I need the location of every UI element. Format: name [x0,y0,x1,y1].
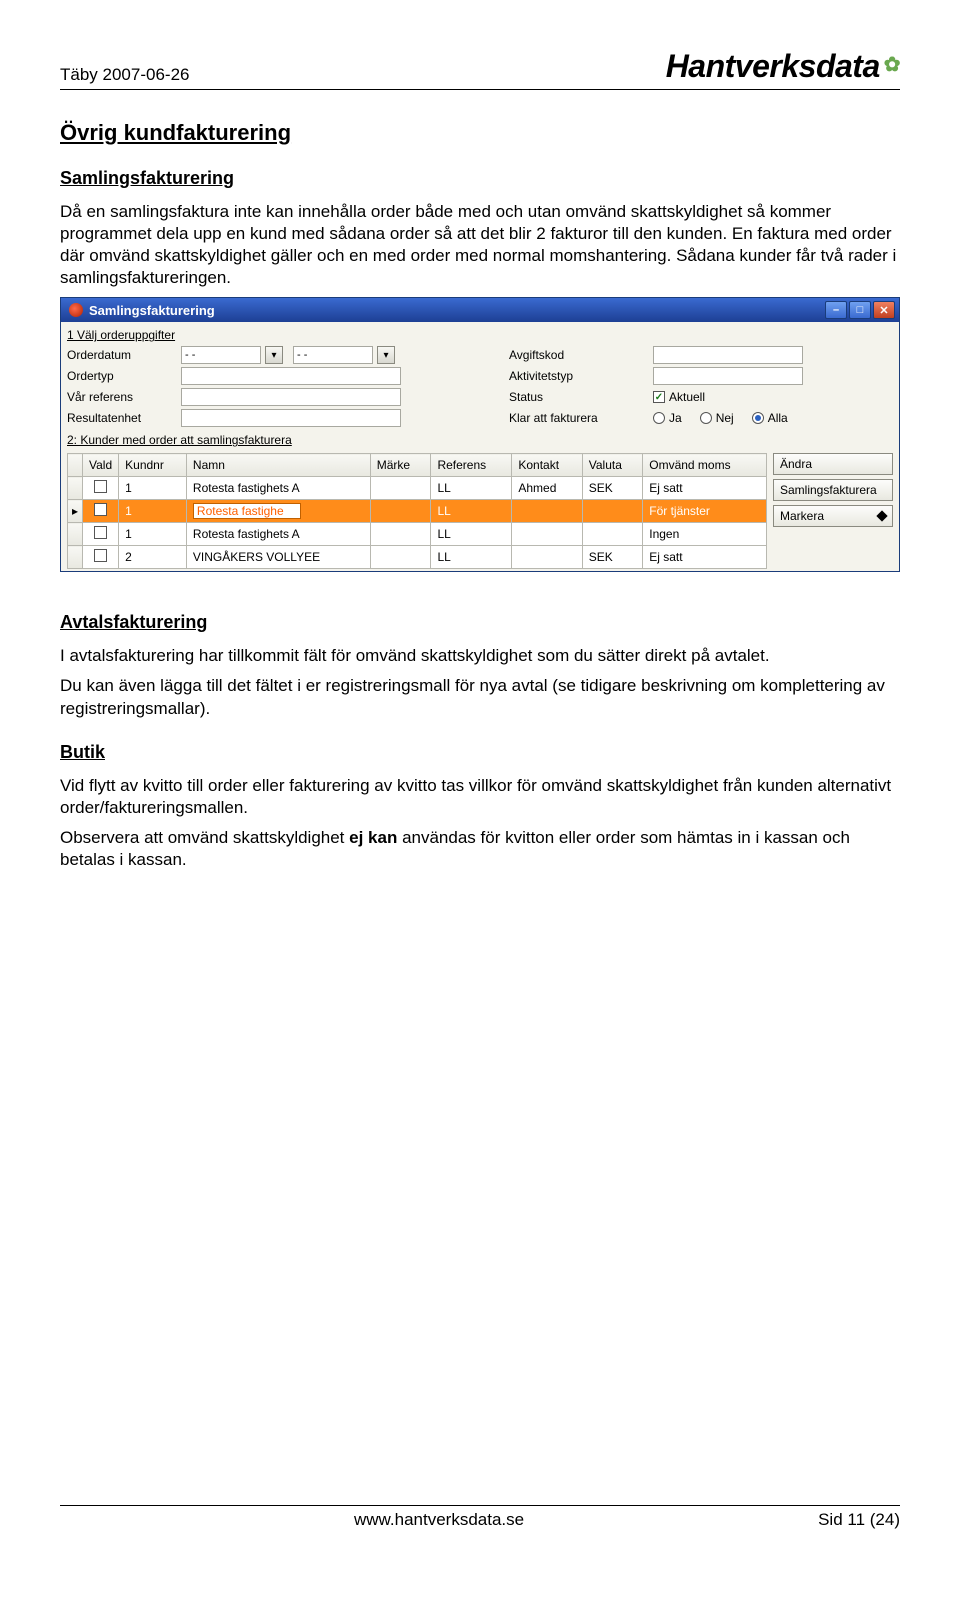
brand-logo: Hantverksdata ✿ [666,48,900,85]
page-header: Täby 2007-06-26 Hantverksdata ✿ [60,48,900,90]
label-resultatenhet: Resultatenhet [67,411,177,425]
radio-ja[interactable]: Ja [653,411,682,425]
label-status: Status [509,390,649,404]
table-row[interactable]: 2 VINGÅKERS VOLLYEE LL SEK Ej satt [68,546,767,569]
checkbox-aktuell-label: Aktuell [669,390,705,404]
section-title: Övrig kundfakturering [60,120,900,146]
table-row[interactable]: 1 Rotesta fastighets A LL Ingen [68,523,767,546]
table-row[interactable]: 1 Rotesta fastighets A LL Ahmed SEK Ej s… [68,477,767,500]
maximize-button[interactable]: □ [849,301,871,319]
customer-table: Vald Kundnr Namn Märke Referens Kontakt … [67,453,767,569]
radio-nej[interactable]: Nej [700,411,734,425]
label-orderdatum: Orderdatum [67,348,177,362]
paragraph-avtal-1: I avtalsfakturering har tillkommit fält … [60,645,900,667]
window-title: Samlingsfakturering [89,303,215,318]
footer-page: Sid 11 (24) [818,1510,900,1530]
label-avgiftskod: Avgiftskod [509,348,649,362]
page-footer: www.hantverksdata.se Sid 11 (24) [60,1505,900,1530]
step2-label: 2: Kunder med order att samlingsfakturer… [67,433,893,447]
datepicker-to-button[interactable]: ▾ [377,346,395,364]
paragraph-avtal-2: Du kan även lägga till det fältet i er r… [60,675,900,719]
andra-button[interactable]: Ändra [773,453,893,475]
checkbox-aktuell[interactable]: ✓ Aktuell [653,390,893,404]
label-aktivitetstyp: Aktivitetstyp [509,369,649,383]
col-omoms[interactable]: Omvänd moms [643,454,767,477]
step1-label: 1 Välj orderuppgifter [67,328,893,342]
app-window: Samlingsfakturering – □ ✕ 1 Välj orderup… [60,297,900,572]
datepicker-from-button[interactable]: ▾ [265,346,283,364]
row-checkbox[interactable] [94,503,107,516]
close-button[interactable]: ✕ [873,301,895,319]
window-titlebar: Samlingsfakturering – □ ✕ [61,298,899,322]
col-namn[interactable]: Namn [186,454,370,477]
footer-link[interactable]: www.hantverksdata.se [354,1510,524,1530]
row-checkbox[interactable] [94,526,107,539]
minimize-button[interactable]: – [825,301,847,319]
field-aktivitetstyp[interactable] [653,367,803,385]
row-checkbox[interactable] [94,480,107,493]
col-kundnr[interactable]: Kundnr [119,454,187,477]
col-vald[interactable]: Vald [83,454,119,477]
paragraph-1: Då en samlingsfaktura inte kan innehålla… [60,201,900,289]
row-checkbox[interactable] [94,549,107,562]
samlingsfakturera-button[interactable]: Samlingsfakturera [773,479,893,501]
label-varreferens: Vår referens [67,390,177,404]
field-resultatenhet[interactable] [181,409,401,427]
window-icon [69,303,83,317]
header-date: Täby 2007-06-26 [60,65,189,85]
col-valuta[interactable]: Valuta [582,454,642,477]
subsection-butik: Butik [60,742,900,763]
field-varreferens[interactable] [181,388,401,406]
diamond-icon [876,511,887,522]
brand-text: Hantverksdata [666,48,880,85]
subsection-samlingsfakturering: Samlingsfakturering [60,168,900,189]
field-ordertyp[interactable] [181,367,401,385]
field-orderdatum-from[interactable]: - - [181,346,261,364]
paragraph-butik-2: Observera att omvänd skattskyldighet ej … [60,827,900,871]
col-rowmarker [68,454,83,477]
field-avgiftskod[interactable] [653,346,803,364]
label-ordertyp: Ordertyp [67,369,177,383]
paragraph-butik-1: Vid flytt av kvitto till order eller fak… [60,775,900,819]
col-marke[interactable]: Märke [370,454,431,477]
label-klar: Klar att fakturera [509,411,649,425]
col-referens[interactable]: Referens [431,454,512,477]
markera-button[interactable]: Markera [773,505,893,527]
col-kontakt[interactable]: Kontakt [512,454,582,477]
subsection-avtalsfakturering: Avtalsfakturering [60,612,900,633]
brand-icon: ✿ [884,52,900,77]
field-orderdatum-to[interactable]: - - [293,346,373,364]
radio-alla[interactable]: Alla [752,411,788,425]
table-row-selected[interactable]: ▸ 1 Rotesta fastighe LL För tjänster [68,500,767,523]
